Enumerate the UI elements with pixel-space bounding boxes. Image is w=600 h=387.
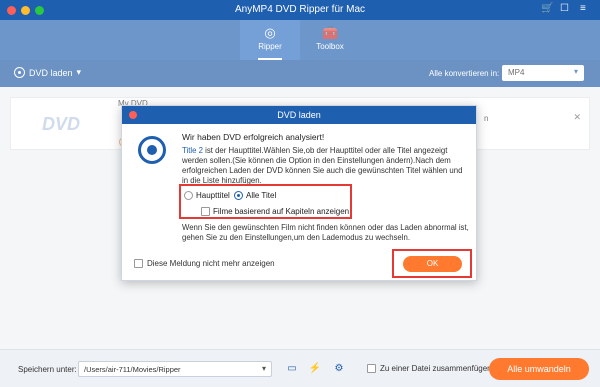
checkbox-box xyxy=(201,207,210,216)
title-option-group: Haupttitel Alle Titel Filme basierend au… xyxy=(179,184,352,219)
dialog-close-button[interactable] xyxy=(129,111,137,119)
folder-icon[interactable]: ▭ xyxy=(285,363,299,375)
dont-show-checkbox[interactable]: Diese Meldung nicht mehr anzeigen xyxy=(134,259,275,268)
radio-main-label: Haupttitel xyxy=(196,191,230,200)
cart-icon[interactable]: 🛒 xyxy=(541,3,553,14)
dialog-info: Title 2 ist der Haupttitel.Wählen Sie,ob… xyxy=(182,146,467,186)
output-path-select[interactable]: /Users/air-711/Movies/Ripper ▾ xyxy=(78,361,272,377)
dvd-load-dialog: DVD laden Wir haben DVD erfolgreich anal… xyxy=(121,105,477,281)
convert-all-button[interactable]: Alle umwandeln xyxy=(489,358,589,380)
chevron-down-icon: ▾ xyxy=(261,364,266,373)
radio-all-titles[interactable]: Alle Titel xyxy=(234,191,276,200)
disc-icon xyxy=(138,136,166,164)
ok-button[interactable]: OK xyxy=(403,256,462,272)
menu-icon[interactable]: ≡ xyxy=(580,3,586,14)
dont-show-label: Diese Meldung nicht mehr anzeigen xyxy=(147,259,275,268)
checkbox-box xyxy=(367,364,376,373)
feedback-icon[interactable]: ☐ xyxy=(560,3,569,14)
settings-icon[interactable]: ⚙ xyxy=(332,363,346,375)
save-to-label: Speichern unter: xyxy=(18,365,77,374)
dialog-warning: Wenn Sie den gewünschten Film nicht find… xyxy=(182,223,469,242)
window-title: AnyMP4 DVD Ripper für Mac xyxy=(234,4,366,15)
chapters-checkbox[interactable]: Filme basierend auf Kapiteln anzeigen xyxy=(201,207,349,216)
dialog-title: DVD laden xyxy=(122,106,476,124)
ok-highlight-frame: OK xyxy=(392,249,472,278)
radio-main-title[interactable]: Haupttitel xyxy=(184,191,230,200)
merge-checkbox[interactable]: Zu einer Datei zusammenfügen xyxy=(367,364,492,373)
radio-circle-selected xyxy=(234,191,243,200)
dialog-info-text: ist der Haupttitel.Wählen Sie,ob der Hau… xyxy=(182,146,463,185)
output-path-value: /Users/air-711/Movies/Ripper xyxy=(84,365,181,374)
main-title-link: Title 2 xyxy=(182,146,203,155)
radio-all-label: Alle Titel xyxy=(246,191,277,200)
hardware-acceleration-icon[interactable]: ⚡ xyxy=(308,363,322,375)
radio-circle xyxy=(184,191,193,200)
dialog-heading: Wir haben DVD erfolgreich analysiert! xyxy=(182,132,325,142)
merge-label: Zu einer Datei zusammenfügen xyxy=(380,364,492,373)
title-bar: AnyMP4 DVD Ripper für Mac 🛒 ☐ ≡ xyxy=(0,0,600,20)
bottom-bar: Speichern unter: /Users/air-711/Movies/R… xyxy=(0,349,600,387)
chapters-label: Filme basierend auf Kapiteln anzeigen xyxy=(213,207,350,216)
checkbox-box xyxy=(134,259,143,268)
